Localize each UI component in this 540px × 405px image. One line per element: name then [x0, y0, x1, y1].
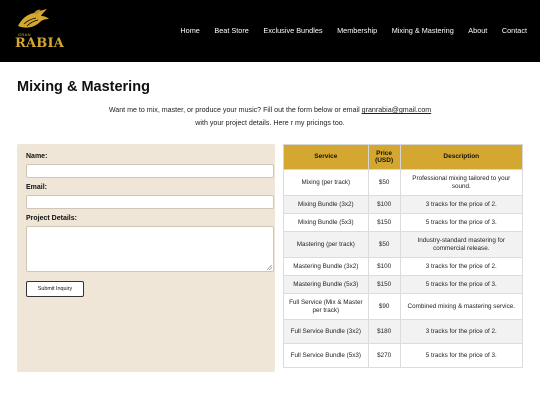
header-price-text: Price (USD) [375, 149, 394, 165]
nav-about[interactable]: About [468, 26, 487, 35]
logo-brand-text: RABIA [15, 36, 65, 51]
price-cell: $150 [367, 275, 401, 294]
price-cell: $270 [367, 343, 401, 368]
nav-exclusive-bundles[interactable]: Exclusive Bundles [263, 26, 322, 35]
project-details-textarea[interactable] [26, 226, 274, 272]
price-cell: $100 [367, 195, 401, 214]
table-row: Mastering Bundle (5x3) $150 5 tracks for… [283, 275, 524, 294]
service-cell: Full Service (Mix & Master per track) [283, 293, 369, 320]
resize-grip-icon[interactable] [267, 265, 272, 270]
description-cell: 3 tracks for the price of 2. [399, 195, 524, 214]
page-title: Mixing & Mastering [17, 79, 150, 95]
name-label: Name: [26, 153, 48, 160]
header-service: Service [283, 144, 369, 170]
nav-home[interactable]: Home [180, 26, 199, 35]
email-label: Email: [26, 184, 48, 191]
service-cell: Full Service Bundle (3x2) [283, 319, 369, 344]
description-cell: 5 tracks for the price of 3. [399, 213, 524, 232]
table-row: Mastering (per track) $50 Industry-stand… [283, 231, 524, 258]
table-row: Full Service Bundle (5x3) $270 5 tracks … [283, 343, 524, 368]
price-cell: $150 [367, 213, 401, 232]
service-cell: Mixing Bundle (3x2) [283, 195, 369, 214]
header-description: Description [399, 144, 524, 170]
nav-beat-store[interactable]: Beat Store [214, 26, 248, 35]
service-cell: Mastering Bundle (5x3) [283, 275, 369, 294]
pricing-table: Service Price (USD) Description Mixing (… [283, 144, 524, 368]
description-cell: 3 tracks for the price of 2. [399, 319, 524, 344]
intro-text-line2: with your project details. Here r my pri… [195, 118, 345, 127]
description-cell: Professional mixing tailored to your sou… [399, 169, 524, 196]
inquiry-form: Name: Email: Project Details: Submit Inq… [17, 144, 275, 372]
price-cell: $100 [367, 257, 401, 276]
nav-contact[interactable]: Contact [502, 26, 527, 35]
description-cell: 3 tracks for the price of 2. [399, 257, 524, 276]
nav-mixing-mastering[interactable]: Mixing & Mastering [392, 26, 454, 35]
eagle-logo-icon [18, 9, 49, 28]
email-field[interactable] [26, 195, 274, 209]
name-field[interactable] [26, 164, 274, 178]
table-row: Full Service Bundle (3x2) $180 3 tracks … [283, 319, 524, 344]
table-row: Full Service (Mix & Master per track) $9… [283, 293, 524, 320]
submit-inquiry-button[interactable]: Submit Inquiry [26, 281, 84, 297]
description-cell: 5 tracks for the price of 3. [399, 275, 524, 294]
site-logo[interactable]: GRAN RABIA [14, 8, 64, 54]
table-row: Mixing Bundle (3x2) $100 3 tracks for th… [283, 195, 524, 214]
description-cell: 5 tracks for the price of 3. [399, 343, 524, 368]
price-cell: $50 [367, 169, 401, 196]
service-cell: Mixing (per track) [283, 169, 369, 196]
table-row: Mixing Bundle (5x3) $150 5 tracks for th… [283, 213, 524, 232]
pricing-header-row: Service Price (USD) Description [283, 144, 524, 170]
intro-text: Want me to mix, master, or produce your … [60, 104, 480, 129]
description-cell: Industry-standard mastering for commerci… [399, 231, 524, 258]
header-price: Price (USD) [367, 144, 401, 170]
table-row: Mixing (per track) $50 Professional mixi… [283, 169, 524, 196]
price-cell: $90 [367, 293, 401, 320]
service-cell: Mastering (per track) [283, 231, 369, 258]
description-cell: Combined mixing & mastering service. [399, 293, 524, 320]
price-cell: $180 [367, 319, 401, 344]
main-nav: Home Beat Store Exclusive Bundles Member… [166, 26, 527, 35]
price-cell: $50 [367, 231, 401, 258]
email-link[interactable]: granrabia@gmail.com [362, 106, 432, 114]
intro-text-before: Want me to mix, master, or produce your … [108, 106, 362, 114]
service-cell: Full Service Bundle (5x3) [283, 343, 369, 368]
project-details-label: Project Details: [26, 215, 77, 222]
nav-membership[interactable]: Membership [337, 26, 377, 35]
service-cell: Mixing Bundle (5x3) [283, 213, 369, 232]
table-row: Mastering Bundle (3x2) $100 3 tracks for… [283, 257, 524, 276]
site-header: GRAN RABIA Home Beat Store Exclusive Bun… [0, 0, 540, 62]
service-cell: Mastering Bundle (3x2) [283, 257, 369, 276]
